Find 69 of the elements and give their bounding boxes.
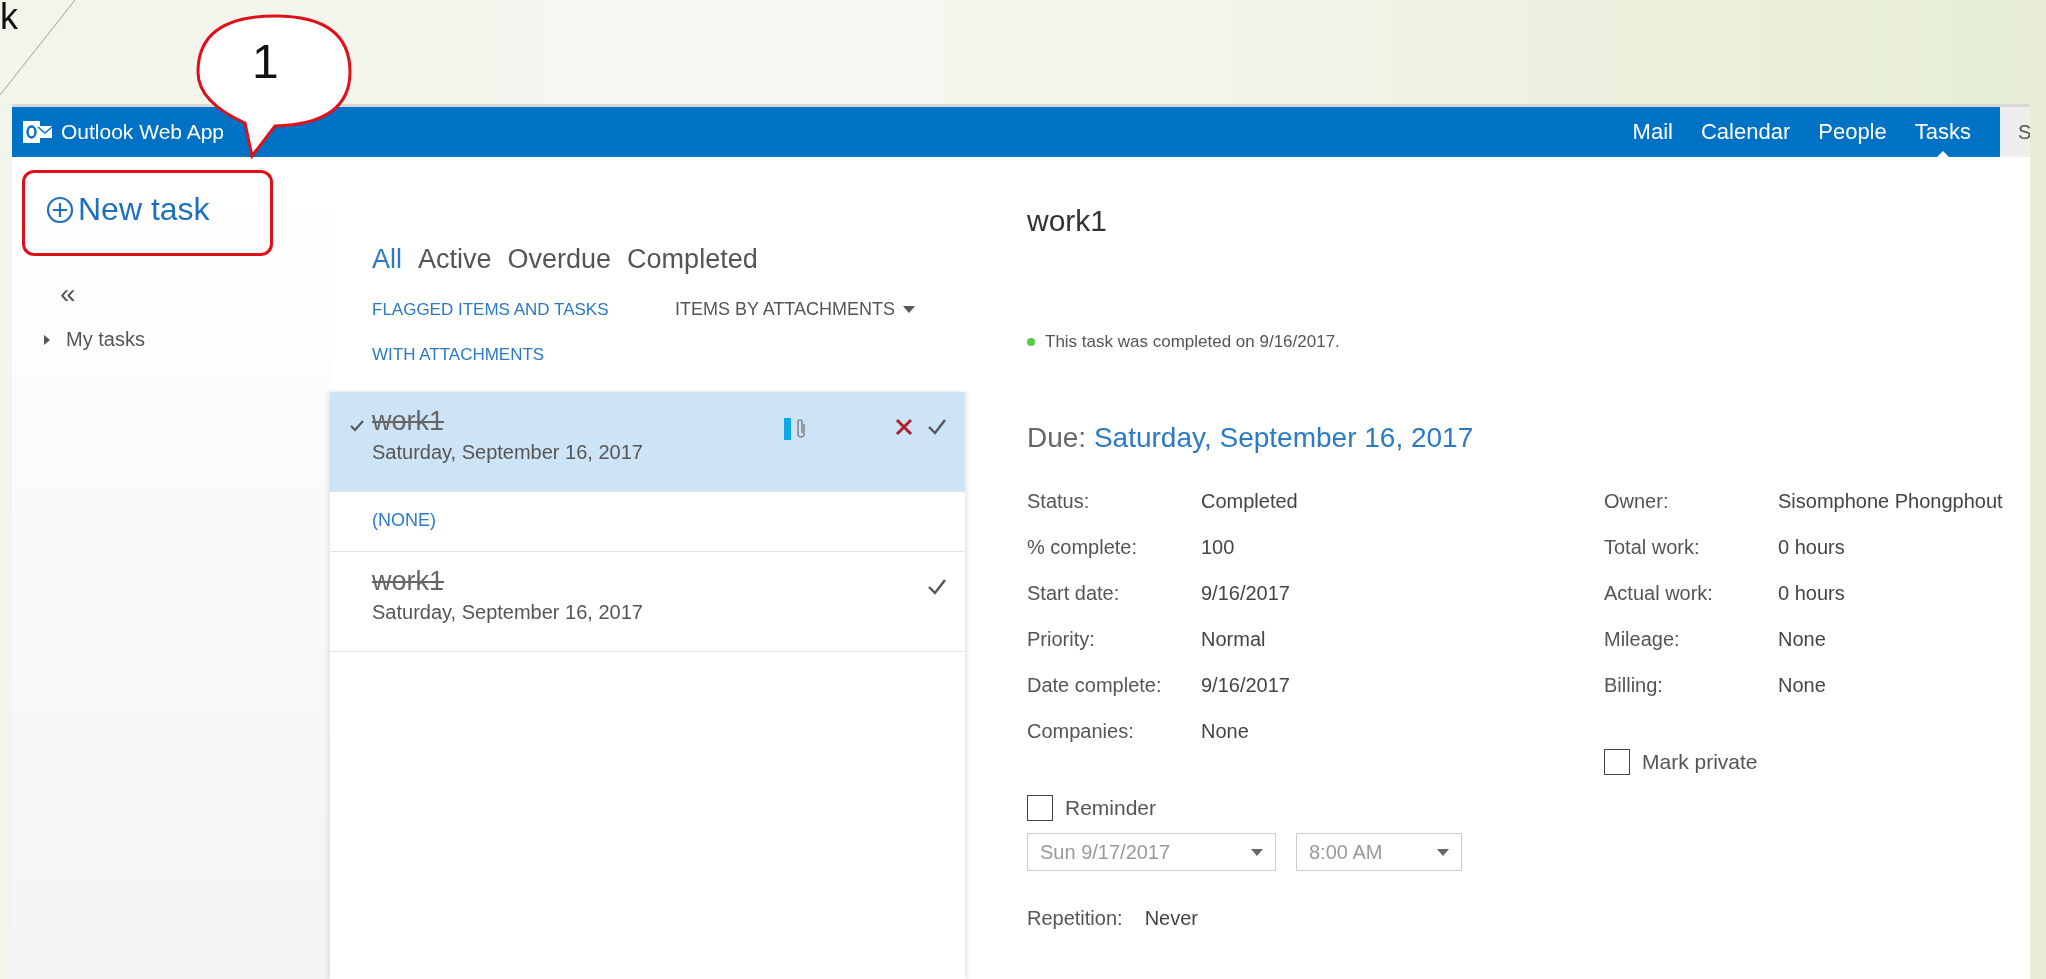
task-date: Saturday, September 16, 2017 — [372, 441, 643, 464]
field-label: Owner: — [1604, 490, 1670, 513]
due-label: Due: — [1027, 422, 1087, 453]
task-item[interactable]: work1 Saturday, September 16, 2017 — [330, 552, 965, 651]
filter-tab[interactable]: All — [372, 244, 402, 275]
complete-check-icon[interactable] — [927, 418, 947, 436]
field-label: Mileage: — [1604, 628, 1681, 651]
field-label: Actual work: — [1604, 582, 1714, 605]
expand-arrow-icon[interactable] — [42, 334, 52, 345]
field-value: Completed — [1201, 490, 1299, 513]
dropdown-arrow-icon — [1437, 848, 1449, 856]
checkbox[interactable] — [1027, 795, 1053, 821]
dropdown-arrow-icon — [1251, 848, 1263, 856]
nav-link[interactable]: Tasks — [1914, 107, 1971, 157]
slide-title: k — [0, 0, 18, 38]
field-value: 100 — [1201, 536, 1236, 559]
checkbox-label: Reminder — [1065, 796, 1157, 820]
collapse-button[interactable]: « — [60, 278, 76, 310]
field-label: % complete: — [1027, 536, 1139, 559]
group-header: (NONE) — [372, 510, 436, 530]
task-title: work1 — [372, 566, 445, 597]
delete-icon[interactable] — [895, 418, 913, 436]
field-label: Billing: — [1604, 674, 1664, 697]
status-dot-icon — [1027, 338, 1035, 346]
nav-link[interactable]: Mail — [1632, 107, 1673, 157]
callout-number: 1 — [252, 34, 279, 89]
field-label: Date complete: — [1027, 674, 1163, 697]
field-value: None — [1201, 720, 1250, 743]
checkbox-label: Mark private — [1642, 750, 1758, 774]
new-task-button[interactable]: New task — [46, 191, 210, 228]
field-label: Total work: — [1604, 536, 1701, 559]
nav-link[interactable]: Calendar — [1700, 107, 1791, 157]
task-title: work1 — [372, 406, 445, 437]
task-item[interactable]: work1 Saturday, September 16, 2017 — [330, 392, 965, 491]
sort-dropdown[interactable]: ITEMS BY ATTACHMENTS — [674, 299, 915, 319]
category-bar-icon — [784, 418, 791, 440]
field-label: Repetition: — [1027, 907, 1123, 930]
field-value: 0 hours — [1778, 582, 1846, 605]
paperclip-icon — [795, 418, 807, 440]
plus-icon — [46, 195, 74, 224]
filter-tab[interactable]: Overdue — [507, 244, 612, 275]
field-label: Status: — [1027, 490, 1091, 513]
field-value: 9/16/2017 — [1201, 674, 1291, 697]
field-label: Companies: — [1027, 720, 1135, 743]
filter-tab[interactable]: Completed — [627, 244, 758, 275]
checkbox[interactable] — [1604, 749, 1630, 775]
check-icon — [350, 420, 364, 432]
field-label: Start date: — [1027, 582, 1121, 605]
task-heading: work1 — [1027, 204, 1108, 238]
field-label: Priority: — [1027, 628, 1096, 651]
complete-check-icon[interactable] — [927, 578, 947, 596]
field-value: None — [1778, 674, 1827, 697]
field-value: 9/16/2017 — [1201, 582, 1291, 605]
dropdown-arrow-icon — [903, 305, 915, 313]
field-value: None — [1778, 628, 1827, 651]
field-value: Sisomphone Phongphout — [1778, 490, 2004, 513]
filter-tab[interactable]: Active — [418, 244, 492, 275]
outlook-logo-icon — [23, 119, 53, 145]
folder-item[interactable]: My tasks — [66, 328, 145, 351]
app-name: Outlook Web App — [61, 120, 225, 144]
due-date-link[interactable]: Saturday, September 16, 2017 — [1093, 422, 1474, 453]
completion-notice: This task was completed on 9/16/2017. — [1045, 332, 1340, 352]
nav-link[interactable]: People — [1818, 107, 1887, 157]
field-value: 0 hours — [1778, 536, 1846, 559]
header-text: S — [2018, 120, 2030, 144]
field-value: Never — [1144, 907, 1198, 930]
list-heading: FLAGGED ITEMS AND TASKS WITH ATTACHMENTS — [372, 299, 610, 366]
field-value: Normal — [1201, 628, 1267, 651]
task-date: Saturday, September 16, 2017 — [372, 601, 643, 624]
